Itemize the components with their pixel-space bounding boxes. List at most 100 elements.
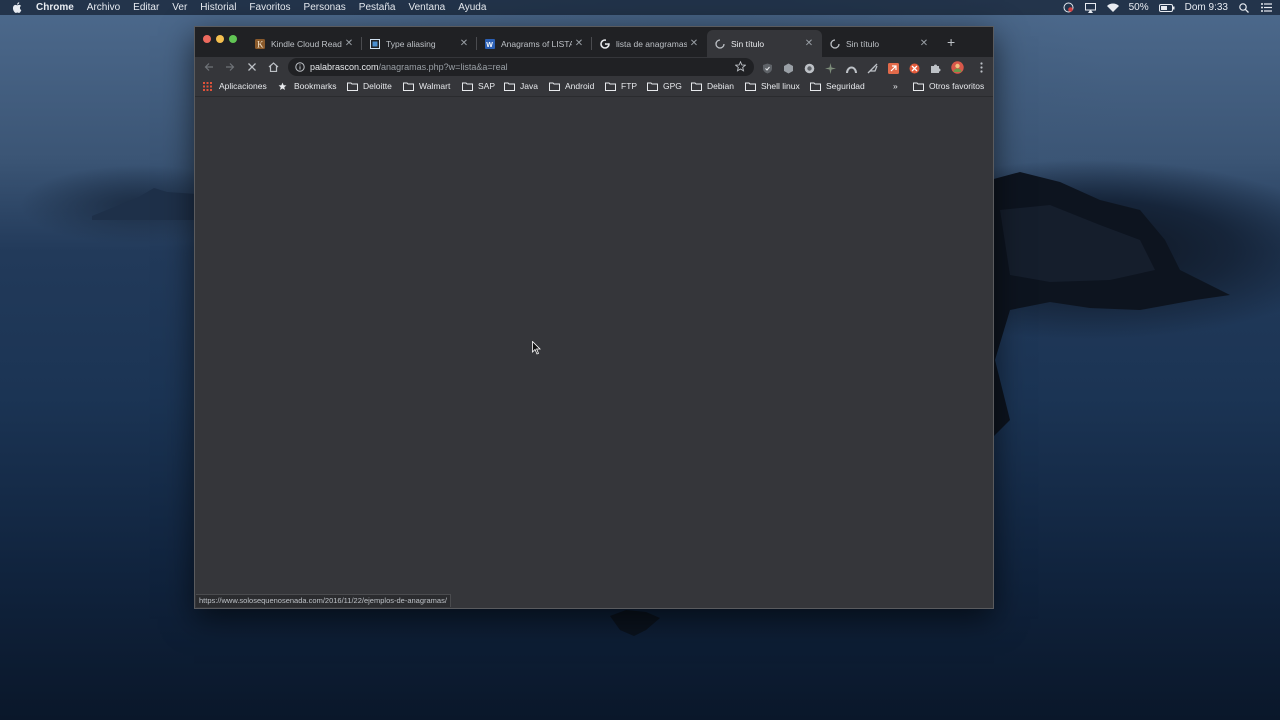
bookmarks-bar: Aplicaciones Bookmarks Deloitte Walmart …	[195, 77, 993, 97]
status-bubble-url: https://www.solosequenosenada.com/2016/1…	[196, 594, 451, 607]
menu-ayuda[interactable]: Ayuda	[458, 2, 486, 13]
bookmark-bookmarks[interactable]: Bookmarks	[278, 81, 337, 91]
chrome-menu-kebab-icon[interactable]	[974, 60, 988, 74]
folder-icon	[647, 82, 658, 91]
bookmark-label: Java	[520, 81, 538, 91]
macos-menu-bar: Chrome Archivo Editar Ver Historial Favo…	[0, 0, 1280, 15]
menu-pestana[interactable]: Pestaña	[359, 2, 396, 13]
chrome-window: K Kindle Cloud Reader ✕ Type aliasing ✕ …	[194, 26, 994, 609]
bookmark-folder-android[interactable]: Android	[549, 81, 594, 91]
extension-feather-icon[interactable]	[867, 61, 878, 74]
page-content-area[interactable]: https://www.solosequenosenada.com/2016/1…	[195, 97, 993, 608]
wallpaper-island-left	[92, 188, 196, 220]
bookmark-folder-java[interactable]: Java	[504, 81, 538, 91]
bookmark-aplicaciones[interactable]: Aplicaciones	[203, 81, 267, 91]
tab-title: Sin título	[731, 38, 765, 49]
menu-editar[interactable]: Editar	[133, 2, 159, 13]
profile-avatar-icon[interactable]	[951, 61, 964, 74]
folder-icon	[605, 82, 616, 91]
vpn-globe-icon[interactable]	[1063, 2, 1075, 13]
stop-loading-icon[interactable]	[245, 60, 259, 74]
extension-circle-icon[interactable]	[804, 61, 815, 74]
window-zoom-button[interactable]	[229, 35, 237, 43]
extension-arrow-icon[interactable]	[888, 61, 899, 74]
wifi-icon[interactable]	[1106, 2, 1119, 13]
menu-ventana[interactable]: Ventana	[409, 2, 446, 13]
folder-icon	[810, 82, 821, 91]
menubar-clock[interactable]: Dom 9:33	[1185, 2, 1228, 13]
airplay-display-icon[interactable]	[1085, 2, 1097, 13]
tab-type-aliasing[interactable]: Type aliasing ✕	[362, 30, 477, 57]
tab-title: lista de anagramas	[616, 38, 687, 49]
extension-arc-icon[interactable]	[846, 61, 857, 74]
document-icon	[370, 38, 380, 49]
tab-kindle-cloud-reader[interactable]: K Kindle Cloud Reader ✕	[247, 30, 362, 57]
kindle-icon: K	[255, 38, 265, 49]
bookmark-label: Otros favoritos	[929, 81, 985, 91]
menu-ver[interactable]: Ver	[172, 2, 187, 13]
bookmark-folder-shell-linux[interactable]: Shell linux	[745, 81, 800, 91]
bookmark-label: Deloitte	[363, 81, 392, 91]
tab-anagrams-of-lista[interactable]: W Anagrams of LISTA ✕	[477, 30, 592, 57]
menu-app-chrome[interactable]: Chrome	[36, 2, 74, 13]
battery-percentage: 50%	[1128, 2, 1149, 13]
tab-close-icon[interactable]: ✕	[802, 38, 816, 49]
tab-close-icon[interactable]: ✕	[457, 38, 471, 49]
tab-title: Kindle Cloud Reader	[271, 38, 342, 49]
extension-shield-icon[interactable]	[762, 61, 773, 74]
window-minimize-button[interactable]	[216, 35, 224, 43]
bookmark-star-icon[interactable]	[734, 60, 747, 72]
tab-title: Type aliasing	[386, 38, 436, 49]
folder-icon	[403, 82, 414, 91]
bookmark-folder-sap[interactable]: SAP	[462, 81, 495, 91]
bookmark-label: Android	[565, 81, 595, 91]
window-close-button[interactable]	[203, 35, 211, 43]
address-bar[interactable]: palabrascon.com/anagramas.php?w=lista&a=…	[288, 58, 754, 76]
extensions-puzzle-icon[interactable]	[930, 61, 941, 73]
google-icon	[600, 38, 610, 49]
tab-sin-titulo[interactable]: Sin título ✕	[822, 30, 937, 57]
tab-lista-de-anagramas[interactable]: lista de anagramas ✕	[592, 30, 707, 57]
home-icon[interactable]	[266, 60, 280, 74]
bookmark-folder-otros-favoritos[interactable]: Otros favoritos	[913, 81, 984, 91]
bookmark-folder-debian[interactable]: Debian	[691, 81, 734, 91]
bookmark-folder-ftp[interactable]: FTP	[605, 81, 637, 91]
bookmark-label: Debian	[707, 81, 734, 91]
folder-icon	[549, 82, 560, 91]
menu-historial[interactable]: Historial	[200, 2, 236, 13]
forward-arrow-icon[interactable]	[223, 60, 237, 74]
tab-close-icon[interactable]: ✕	[917, 38, 931, 49]
tab-sin-titulo-active[interactable]: Sin título ✕	[707, 30, 822, 57]
bookmark-folder-seguridad[interactable]: Seguridad	[810, 81, 865, 91]
bookmark-label: Bookmarks	[294, 81, 337, 91]
tab-close-icon[interactable]: ✕	[572, 38, 586, 49]
extension-sparkle-icon[interactable]	[825, 61, 836, 74]
bookmarks-overflow-chevron-icon[interactable]: »	[893, 81, 898, 91]
tab-close-icon[interactable]: ✕	[342, 38, 356, 49]
bookmark-folder-gpg[interactable]: GPG	[647, 81, 682, 91]
bookmark-folder-deloitte[interactable]: Deloitte	[347, 81, 392, 91]
bookmark-label: SAP	[478, 81, 496, 91]
tab-close-icon[interactable]: ✕	[687, 38, 701, 49]
bookmark-label: Seguridad	[826, 81, 865, 91]
extension-blocker-icon[interactable]	[909, 61, 920, 74]
site-info-icon[interactable]	[295, 62, 305, 72]
extension-cube-icon[interactable]	[783, 61, 794, 74]
battery-icon[interactable]	[1158, 2, 1175, 13]
apple-icon[interactable]	[12, 2, 26, 13]
wallpaper-island-right	[990, 172, 1230, 440]
new-tab-plus-icon[interactable]: +	[947, 35, 955, 49]
apps-grid-icon	[203, 81, 214, 91]
notification-center-icon[interactable]	[1260, 2, 1272, 13]
spotlight-search-icon[interactable]	[1238, 2, 1250, 13]
menu-favoritos[interactable]: Favoritos	[249, 2, 290, 13]
bookmark-label: Aplicaciones	[219, 81, 267, 91]
svg-text:W: W	[486, 42, 493, 49]
folder-icon	[504, 82, 515, 91]
back-arrow-icon[interactable]	[202, 60, 216, 74]
menu-archivo[interactable]: Archivo	[87, 2, 120, 13]
bookmark-folder-walmart[interactable]: Walmart	[403, 81, 450, 91]
menu-personas[interactable]: Personas	[304, 2, 346, 13]
word-icon: W	[485, 38, 495, 49]
tab-title: Anagrams of LISTA	[501, 38, 572, 49]
